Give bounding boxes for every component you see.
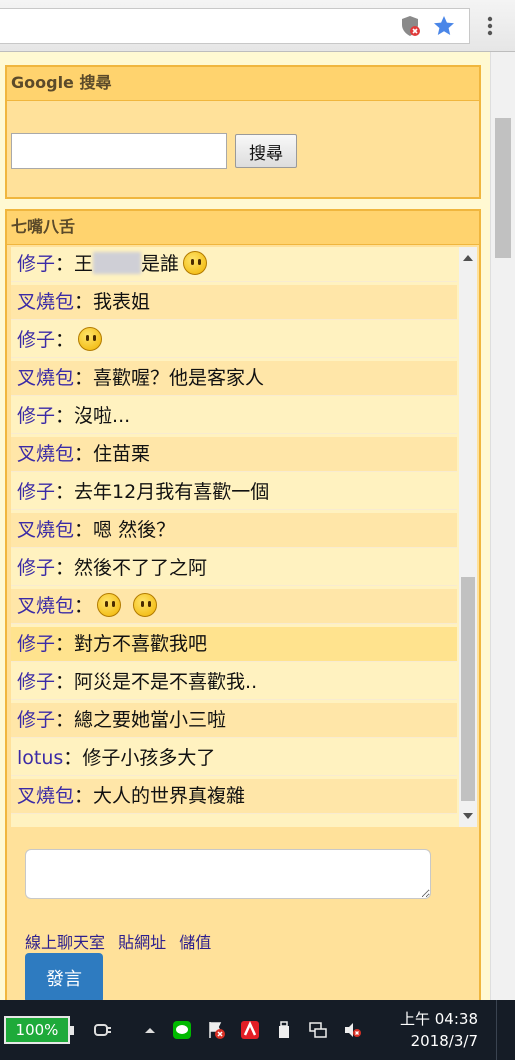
laugh-emoji-icon bbox=[78, 327, 103, 351]
chat-text: 住苗栗 bbox=[93, 443, 151, 465]
search-button[interactable]: 搜尋 bbox=[235, 134, 297, 168]
antivirus-icon[interactable] bbox=[240, 1020, 260, 1040]
google-search-title: Google 搜尋 bbox=[7, 67, 479, 101]
volume-mute-icon[interactable] bbox=[342, 1020, 362, 1040]
search-input[interactable] bbox=[11, 133, 227, 169]
chat-text: 王 bbox=[74, 253, 94, 275]
chat-message: 修子：去年12月我有喜歡一個 bbox=[11, 475, 457, 510]
chat-text: 嗯 然後？ bbox=[93, 519, 176, 541]
chat-username[interactable]: 修子 bbox=[17, 253, 55, 275]
usb-icon[interactable] bbox=[274, 1020, 294, 1040]
chat-text: 沒啦... bbox=[74, 405, 131, 427]
google-search-panel: Google 搜尋 搜尋 bbox=[5, 65, 481, 199]
plug-icon[interactable] bbox=[92, 1020, 112, 1040]
browser-toolbar bbox=[0, 0, 515, 52]
chat-text: 總之要她當小三啦 bbox=[74, 709, 227, 731]
system-clock[interactable]: 上午 04:38 2018/3/7 bbox=[392, 1008, 478, 1052]
network-icon[interactable] bbox=[308, 1020, 328, 1040]
chat-message: 修子：沒啦... bbox=[11, 399, 457, 434]
chat-message: 叉燒包：大人的世界真複雜 bbox=[11, 779, 457, 814]
chat-username[interactable]: 修子 bbox=[17, 481, 55, 503]
clock-date: 2018/3/7 bbox=[410, 1032, 478, 1050]
chat-text: 大人的世界真複雜 bbox=[93, 785, 246, 807]
chat-message: 修子：總之要她當小三啦 bbox=[11, 703, 457, 738]
more-vert-icon[interactable] bbox=[480, 14, 500, 38]
chat-username[interactable]: 叉燒包 bbox=[17, 443, 74, 465]
chat-links: 線上聊天室 貼網址 儲值 bbox=[25, 929, 219, 953]
chat-message: 叉燒包：我表姐 bbox=[11, 285, 457, 320]
chat-message: 修子：對方不喜歡我吧 bbox=[11, 627, 457, 662]
chat-text: 我表姐 bbox=[93, 291, 151, 313]
battery-indicator[interactable]: 100% bbox=[4, 1016, 74, 1044]
chat-username[interactable]: 叉燒包 bbox=[17, 291, 74, 313]
chat-text: 是誰 bbox=[141, 253, 180, 275]
chat-text: 喜歡喔？他是客家人 bbox=[93, 367, 265, 389]
show-desktop-button[interactable] bbox=[496, 1000, 515, 1060]
line-app-icon[interactable] bbox=[172, 1020, 192, 1040]
chat-username[interactable]: 修子 bbox=[17, 557, 55, 579]
chevron-up-icon[interactable] bbox=[140, 1020, 160, 1040]
blurred-text bbox=[93, 252, 142, 274]
clock-time: 上午 04:38 bbox=[400, 1010, 478, 1028]
chat-username[interactable]: 修子 bbox=[17, 709, 55, 731]
page-content: Google 搜尋 搜尋 七嘴八舌 修子：王 是誰 叉燒包：我表姐 修子： 叉燒包… bbox=[0, 52, 490, 1004]
chat-message: 修子：王 是誰 bbox=[11, 247, 457, 282]
chat-username[interactable]: 修子 bbox=[17, 633, 55, 655]
chat-username[interactable]: 修子 bbox=[17, 329, 55, 351]
flag-error-icon[interactable] bbox=[206, 1020, 226, 1040]
scroll-up-icon[interactable] bbox=[463, 255, 473, 261]
taskbar: 100% 上午 04:38 2018/3/7 bbox=[0, 1000, 515, 1060]
chat-username[interactable]: 修子 bbox=[17, 405, 55, 427]
send-button[interactable]: 發言 bbox=[25, 953, 103, 1003]
chat-messages[interactable]: 修子：王 是誰 叉燒包：我表姐 修子： 叉燒包：喜歡喔？他是客家人 修子：沒啦..… bbox=[11, 247, 477, 827]
chat-text: 然後不了了之阿 bbox=[74, 557, 208, 579]
smile-emoji-icon bbox=[133, 593, 158, 617]
chat-username[interactable]: 叉燒包 bbox=[17, 519, 74, 541]
chat-username[interactable]: 叉燒包 bbox=[17, 367, 74, 389]
chat-title: 七嘴八舌 bbox=[7, 211, 479, 245]
chat-text: 阿災是不是不喜歡我.. bbox=[74, 671, 258, 693]
chat-text: 修子小孩多大了 bbox=[82, 747, 216, 769]
chat-text: 對方不喜歡我吧 bbox=[74, 633, 208, 655]
scroll-down-icon[interactable] bbox=[463, 813, 473, 819]
smile-emoji-icon bbox=[97, 593, 122, 617]
link-post-url[interactable]: 貼網址 bbox=[118, 933, 166, 952]
chat-text: 去年12月我有喜歡一個 bbox=[74, 481, 270, 503]
link-topup[interactable]: 儲值 bbox=[179, 933, 211, 952]
shield-icon[interactable] bbox=[398, 14, 422, 38]
smirk-emoji-icon bbox=[183, 251, 208, 275]
chat-username[interactable]: lotus bbox=[17, 747, 63, 769]
chat-username[interactable]: 修子 bbox=[17, 671, 55, 693]
chat-message: 叉燒包： bbox=[11, 589, 457, 624]
chat-message: 叉燒包：喜歡喔？他是客家人 bbox=[11, 361, 457, 396]
chat-message: lotus：修子小孩多大了 bbox=[11, 741, 457, 776]
chat-message: 修子： bbox=[11, 323, 457, 358]
page-scroll-thumb[interactable] bbox=[495, 118, 511, 258]
link-chatroom[interactable]: 線上聊天室 bbox=[25, 933, 105, 952]
page-scrollbar[interactable] bbox=[490, 52, 515, 1000]
chat-message: 叉燒包：嗯 然後？ bbox=[11, 513, 457, 548]
chat-username[interactable]: 叉燒包 bbox=[17, 595, 74, 617]
star-icon[interactable] bbox=[432, 14, 456, 38]
message-input[interactable] bbox=[25, 849, 431, 899]
chat-username[interactable]: 叉燒包 bbox=[17, 785, 74, 807]
chat-panel: 七嘴八舌 修子：王 是誰 叉燒包：我表姐 修子： 叉燒包：喜歡喔？他是客家人 修子… bbox=[5, 209, 481, 1004]
chat-message: 修子：然後不了了之阿 bbox=[11, 551, 457, 586]
chat-scroll-thumb[interactable] bbox=[461, 577, 475, 801]
chat-message: 修子：阿災是不是不喜歡我.. bbox=[11, 665, 457, 700]
chat-scrollbar[interactable] bbox=[459, 247, 477, 827]
chat-message: 叉燒包：住苗栗 bbox=[11, 437, 457, 472]
